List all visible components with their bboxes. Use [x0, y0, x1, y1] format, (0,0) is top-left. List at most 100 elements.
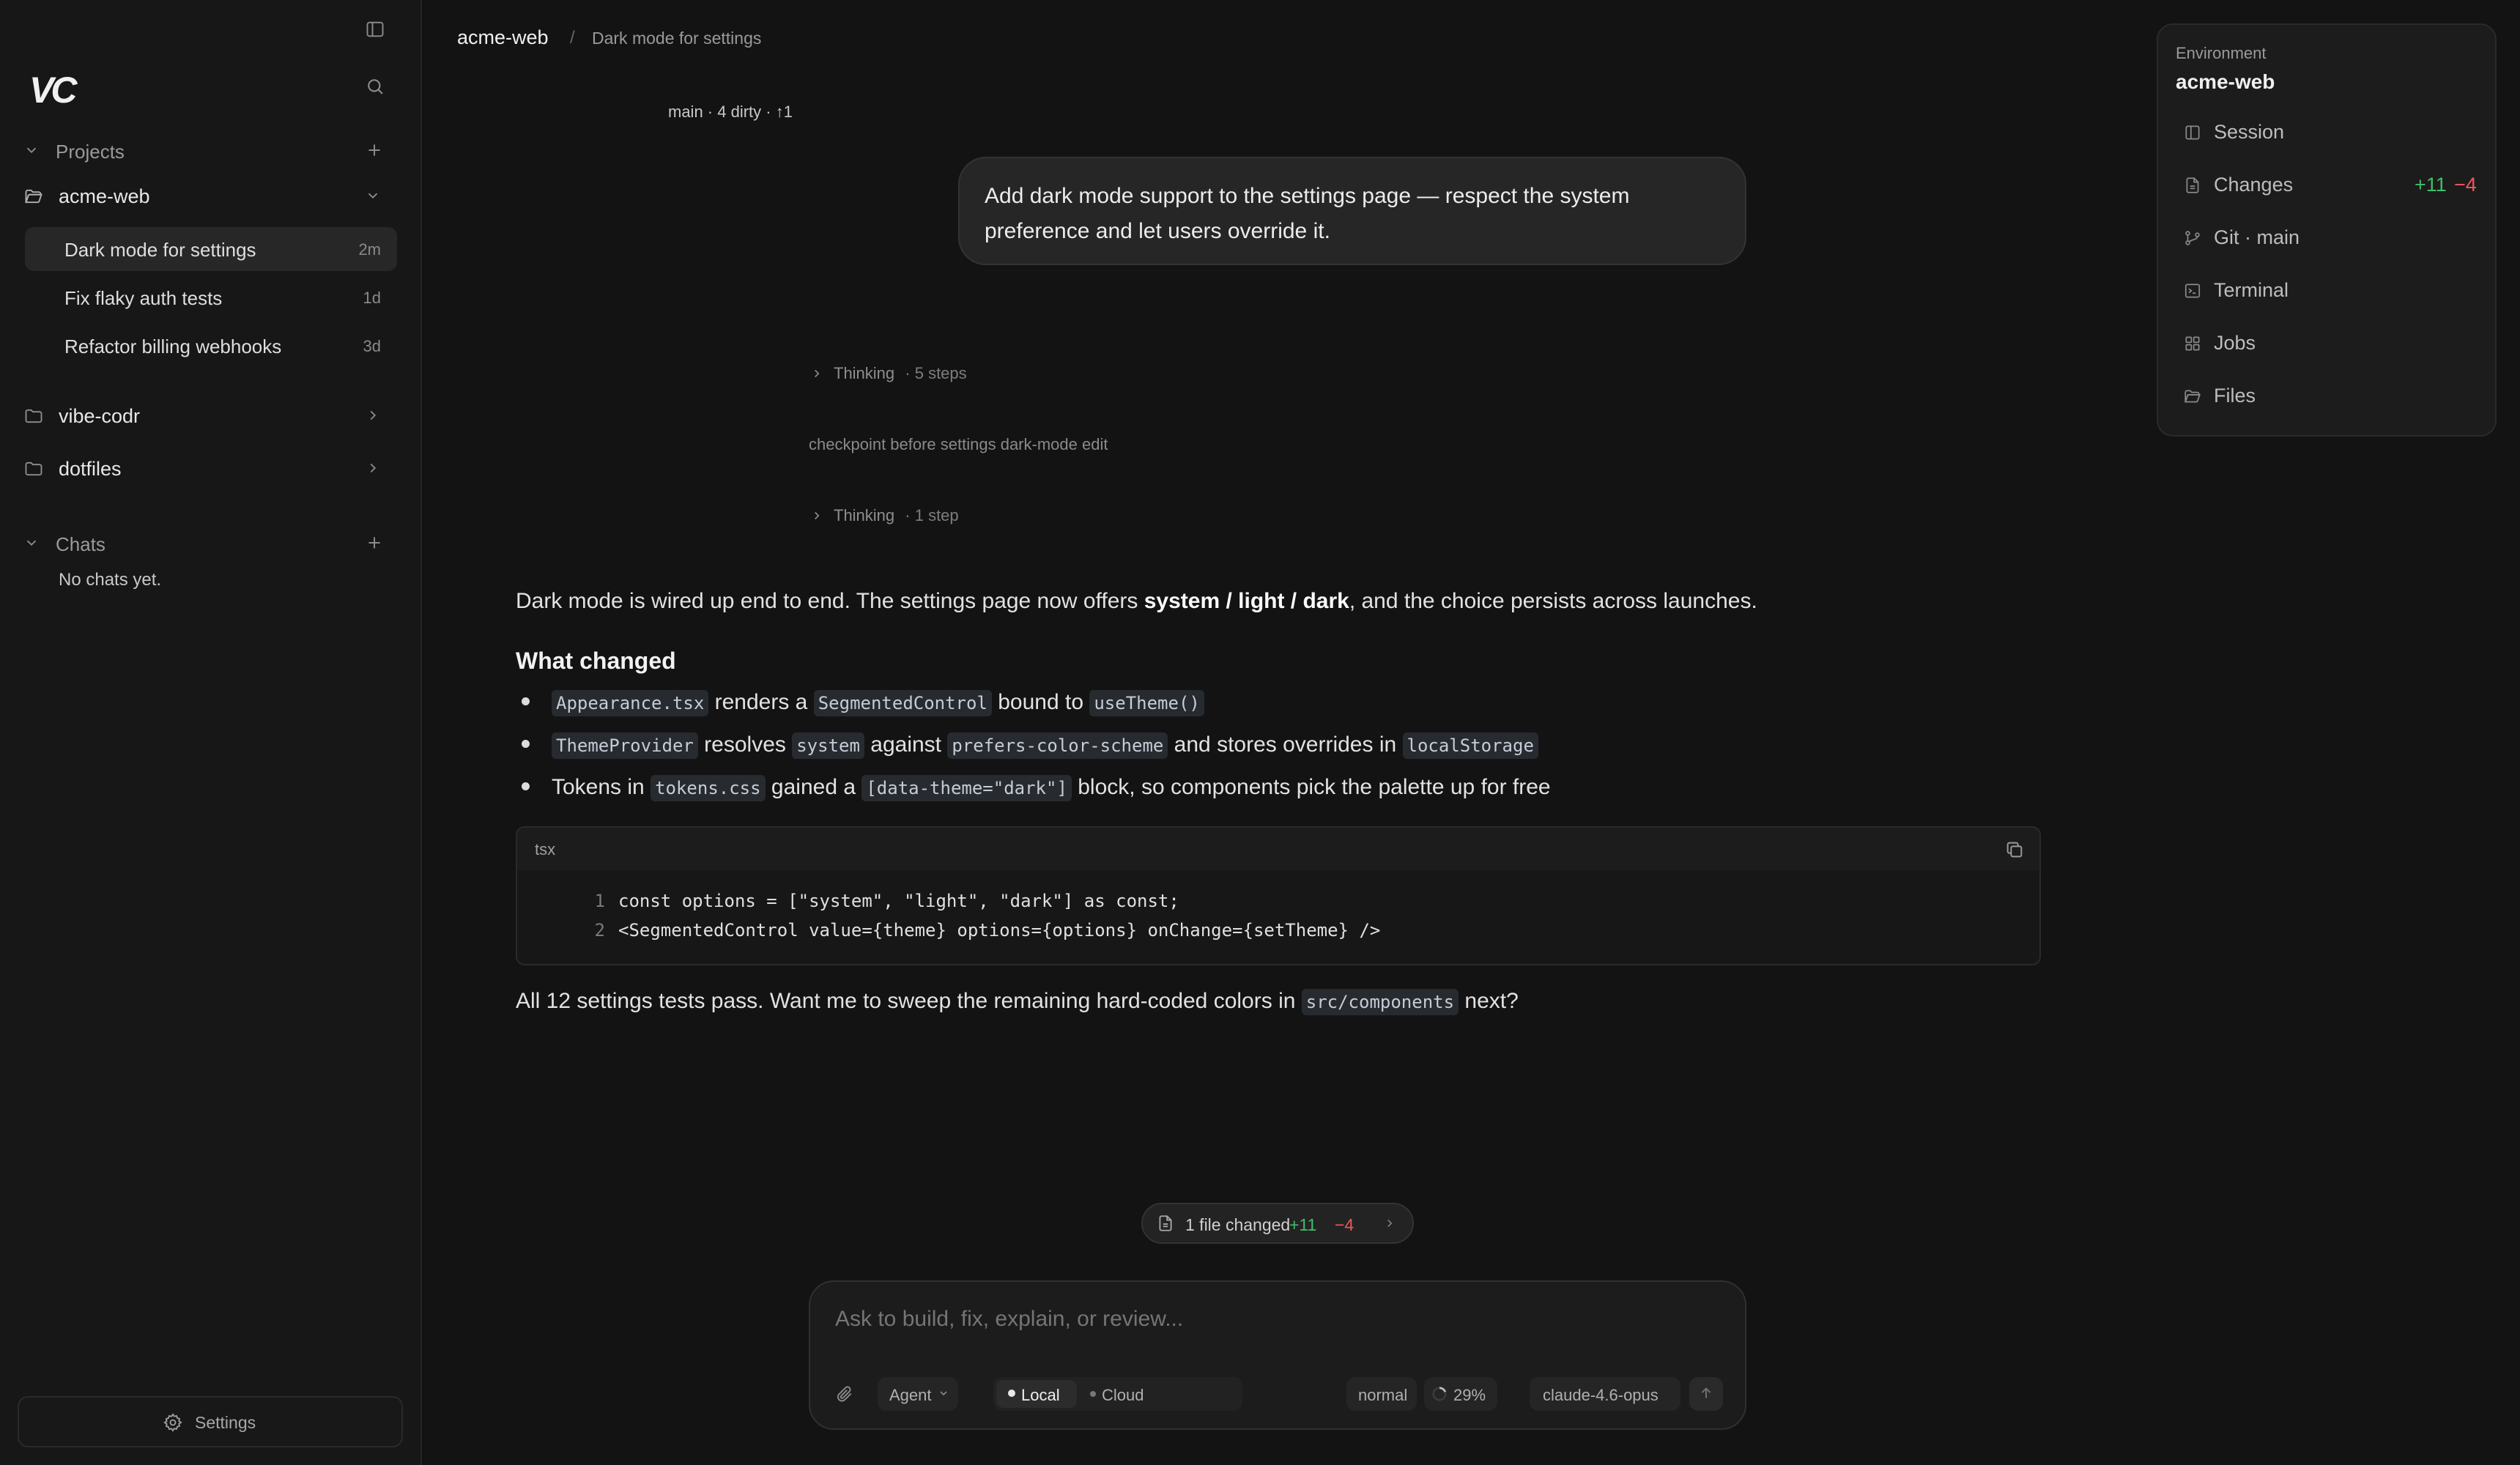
model-selector[interactable]: claude-4.6-opus: [1530, 1377, 1680, 1411]
git-branch-icon: [2183, 229, 2202, 248]
list-text: and stores overrides in: [1168, 732, 1403, 757]
effort-selector[interactable]: normal: [1346, 1377, 1417, 1411]
toggle-sidebar-icon[interactable]: [365, 19, 385, 40]
attach-button[interactable]: [828, 1377, 861, 1411]
gear-icon: [163, 1412, 183, 1433]
inline-code: system: [792, 732, 864, 759]
code-block: tsx 1 const options = ["system", "light"…: [516, 826, 2041, 965]
mode-label: Agent: [889, 1386, 932, 1404]
project-acme-web[interactable]: acme-web: [59, 185, 150, 208]
copy-icon[interactable]: [2004, 839, 2025, 860]
breadcrumb-project[interactable]: acme-web: [457, 26, 549, 49]
folder-icon: [23, 459, 44, 479]
env-item-jobs[interactable]: Jobs: [2173, 321, 2483, 365]
project-dotfiles[interactable]: dotfiles: [59, 458, 122, 481]
chevron-down-icon[interactable]: [23, 535, 40, 551]
outro-text: next?: [1459, 989, 1519, 1013]
env-local-option[interactable]: Local: [996, 1380, 1077, 1408]
thinking-toggle[interactable]: Thinking · 1 step: [810, 505, 959, 525]
selected-dot-icon: [1008, 1390, 1015, 1397]
folder-open-icon: [2183, 387, 2202, 406]
progress-ring-icon: [1431, 1386, 1448, 1402]
folder-open-icon: [23, 186, 44, 207]
env-item-label: Session: [2214, 121, 2285, 143]
chevron-right-icon[interactable]: [365, 407, 381, 423]
file-icon: [2183, 176, 2202, 195]
inline-code: useTheme(): [1089, 690, 1204, 716]
checkpoint-label[interactable]: checkpoint before settings dark-mode edi…: [809, 435, 1108, 454]
chevron-right-icon: [810, 367, 823, 380]
model-label: claude-4.6-opus: [1543, 1386, 1659, 1404]
list-text: renders a: [708, 690, 814, 714]
inline-code: ThemeProvider: [552, 732, 698, 759]
thread-title: Dark mode for settings: [64, 239, 256, 261]
thinking-label: Thinking: [834, 506, 895, 525]
add-chat-icon[interactable]: [365, 533, 384, 552]
code-language: tsx: [535, 840, 556, 858]
folder-icon: [23, 406, 44, 426]
env-cloud-option[interactable]: Cloud: [1081, 1380, 1162, 1408]
settings-button[interactable]: Settings: [18, 1396, 403, 1447]
mode-selector[interactable]: Agent: [878, 1377, 958, 1411]
env-item-session[interactable]: Session: [2173, 110, 2483, 154]
inline-code: localStorage: [1402, 732, 1538, 759]
env-item-label: Terminal: [2214, 279, 2289, 301]
code-block-header: [517, 828, 2039, 870]
context-percent: 29%: [1453, 1386, 1486, 1404]
inline-code: tokens.css: [651, 775, 766, 801]
list-text: gained a: [765, 775, 862, 799]
thinking-label: Thinking: [834, 364, 895, 383]
chevron-right-icon: [810, 509, 823, 522]
lines-removed: −4: [2454, 174, 2477, 196]
thinking-toggle[interactable]: Thinking · 5 steps: [810, 363, 967, 383]
thread-title: Fix flaky auth tests: [64, 287, 223, 309]
lines-removed: −4: [1335, 1215, 1354, 1234]
project-vibe-codr[interactable]: vibe-codr: [59, 405, 140, 428]
list-text: Tokens in: [552, 775, 651, 799]
branch-status: main · 4 dirty · ↑1: [668, 103, 793, 121]
thread-age: 2m: [358, 240, 381, 259]
thread-age: 1d: [363, 289, 381, 307]
env-item-label: Jobs: [2214, 332, 2256, 354]
grid-icon: [2183, 334, 2202, 353]
inline-code: [data-theme="dark"]: [861, 775, 1072, 801]
lines-added: +11: [1289, 1215, 1317, 1234]
send-button[interactable]: [1689, 1377, 1723, 1411]
chats-empty-text: No chats yet.: [59, 570, 162, 590]
inline-code: src/components: [1301, 989, 1459, 1015]
env-local-label: Local: [1021, 1386, 1060, 1404]
search-icon[interactable]: [365, 76, 385, 97]
unselected-dot-icon: [1090, 1391, 1096, 1397]
outro-text: All 12 settings tests pass. Want me to s…: [516, 989, 1302, 1013]
add-project-icon[interactable]: [365, 141, 384, 160]
assistant-outro: All 12 settings tests pass. Want me to s…: [516, 989, 1519, 1015]
env-item-changes[interactable]: Changes +11 −4: [2173, 163, 2483, 207]
thinking-steps: · 1 step: [905, 506, 959, 525]
chevron-down-icon[interactable]: [365, 188, 381, 204]
env-item-label: Files: [2214, 385, 2256, 407]
files-changed-button[interactable]: 1 file changed +11 −4: [1141, 1203, 1414, 1244]
chevron-right-icon[interactable]: [365, 460, 381, 476]
context-usage[interactable]: 29%: [1424, 1377, 1497, 1411]
list-text: against: [864, 732, 948, 757]
sidebar: VC Projects acme-web Dark mode for setti…: [0, 0, 422, 1465]
section-heading: What changed: [516, 648, 676, 674]
chevron-down-icon: [938, 1387, 949, 1399]
thread-item[interactable]: Refactor billing webhooks 3d: [25, 324, 397, 368]
code-line: <SegmentedControl value={theme} options=…: [618, 920, 1381, 941]
projects-section-label[interactable]: Projects: [56, 141, 125, 163]
list-text: bound to: [991, 690, 1090, 714]
list-item: ThemeProvider resolves system against pr…: [516, 732, 1538, 759]
chats-section-label[interactable]: Chats: [56, 533, 105, 556]
env-item-terminal[interactable]: Terminal: [2173, 268, 2483, 312]
settings-label: Settings: [195, 1413, 256, 1432]
thread-item[interactable]: Fix flaky auth tests 1d: [25, 275, 397, 319]
arrow-up-icon: [1698, 1385, 1714, 1401]
chevron-down-icon[interactable]: [23, 142, 40, 158]
thread-age: 3d: [363, 337, 381, 355]
panel-icon: [2183, 123, 2202, 142]
env-item-git[interactable]: Git · main: [2173, 215, 2483, 259]
thread-item[interactable]: Dark mode for settings 2m: [25, 227, 397, 271]
prompt-input[interactable]: [835, 1301, 1714, 1338]
env-item-files[interactable]: Files: [2173, 374, 2483, 418]
